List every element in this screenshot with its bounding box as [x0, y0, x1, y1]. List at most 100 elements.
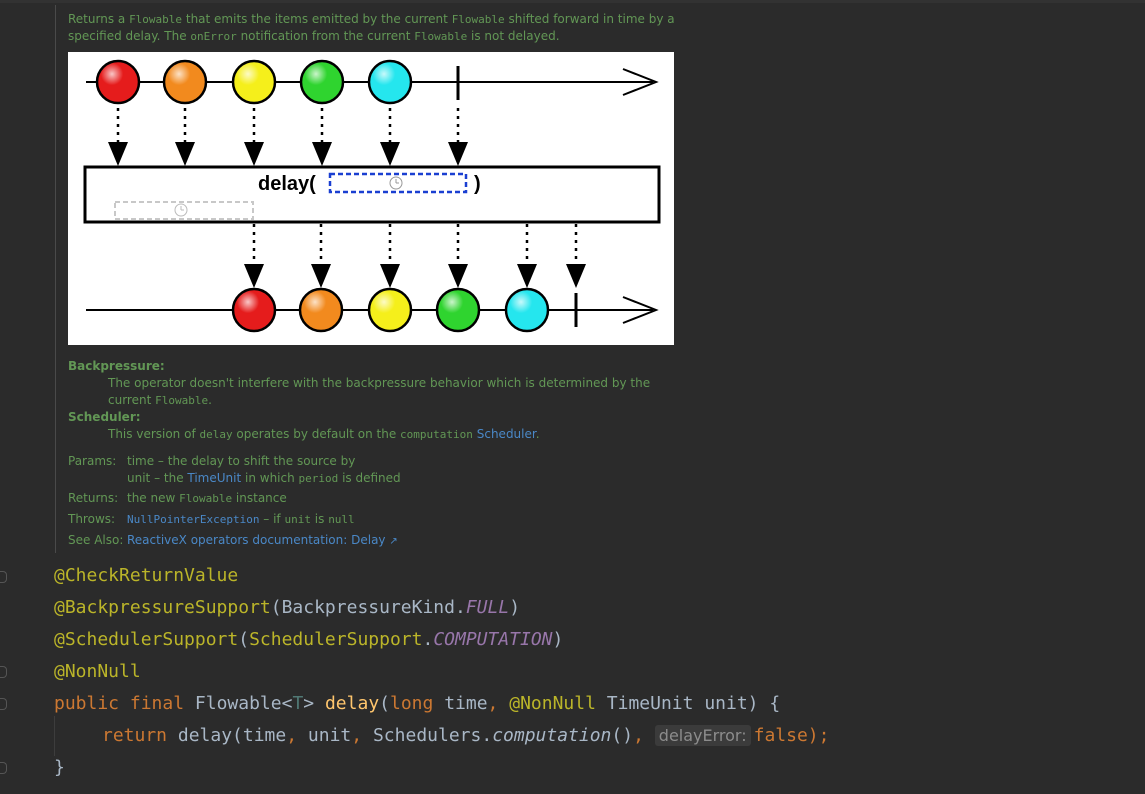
code-token: . [422, 629, 434, 650]
arrow-head [517, 264, 537, 288]
code-token: long [390, 693, 445, 714]
code-token: ( [238, 629, 250, 650]
doc-code: null [328, 513, 355, 526]
operator-label-close: ) [474, 173, 481, 195]
code-token: SchedulerSupport [249, 629, 423, 650]
arrow-head [448, 264, 468, 288]
code-token: delay [324, 693, 380, 714]
parameter-hint: delayError: [654, 725, 751, 746]
code-token: @BackpressureSupport [54, 597, 271, 618]
operator-label: delay( [258, 173, 316, 195]
code-token: , [351, 725, 373, 746]
editor-top-border [0, 0, 1145, 3]
gutter-fold-icon[interactable] [0, 571, 7, 583]
code-token: TimeUnit unit) { [606, 693, 781, 714]
doc-code: Flowable [155, 394, 209, 407]
code-line-method-signature[interactable]: public final Flowable<T> delay(long time… [54, 688, 780, 720]
code-token: () [611, 725, 634, 746]
code-line-scheduler-support[interactable]: @SchedulerSupport(SchedulerSupport.COMPU… [54, 624, 563, 656]
marble-diagram-svg: delay( ) [83, 59, 661, 333]
doc-intro: Returns a Flowable that emits the items … [68, 11, 678, 45]
code-token: public final [54, 693, 195, 714]
code-token: , [633, 725, 655, 746]
doc-text: notification from the current [236, 29, 415, 43]
doc-text: instance [232, 491, 287, 505]
marble-highlight [370, 62, 410, 102]
doc-text: – if [259, 512, 285, 526]
backpressure-desc: The operator doesn't interfere with the … [68, 375, 668, 409]
code-token: , [487, 693, 510, 714]
marble-highlight [507, 290, 547, 330]
arrow-head [312, 142, 332, 166]
code-token: @NonNull [509, 693, 607, 714]
doc-text: . [208, 393, 212, 407]
code-line-return[interactable]: return delay(time, unit, Schedulers.comp… [102, 720, 829, 752]
doc-code: computation [400, 428, 473, 441]
arrow-head [380, 142, 400, 166]
code-token: ); [807, 725, 830, 746]
code-token: time [444, 693, 488, 714]
marble-highlight [301, 290, 341, 330]
backpressure-term: Backpressure: [68, 359, 165, 373]
reactivex-docs-link[interactable]: ReactiveX operators documentation: Delay [127, 533, 386, 547]
marble-diagram: delay( ) [68, 52, 674, 345]
see-also-label: See Also: [68, 533, 124, 547]
code-line-closing-brace[interactable]: } [54, 752, 65, 784]
returns-label: Returns: [68, 491, 119, 505]
code-token: delay(time [177, 725, 287, 746]
marble-highlight [370, 290, 410, 330]
code-token: T [292, 693, 304, 714]
code-token: Schedulers. [372, 725, 493, 746]
doc-text: the new [127, 491, 180, 505]
param-unit: unit – the TimeUnit in which period is d… [127, 470, 667, 487]
params-label: Params: [68, 454, 117, 468]
arrow-head [175, 142, 195, 166]
doc-code: period [298, 472, 339, 485]
code-token: ) [552, 629, 564, 650]
doc-text: is defined [338, 471, 401, 485]
code-token: @SchedulerSupport [54, 629, 239, 650]
arrow-head [380, 264, 400, 288]
arrow-head [566, 264, 586, 288]
code-token: computation [492, 725, 612, 746]
code-token: , [286, 725, 308, 746]
scheduler-desc: This version of delay operates by defaul… [68, 426, 668, 443]
marble-highlight [234, 62, 274, 102]
doc-link[interactable]: TimeUnit [187, 471, 241, 485]
doc-text: This version of [108, 427, 200, 441]
gutter-fold-icon[interactable] [0, 762, 7, 774]
doc-definitions: Backpressure: The operator doesn't inter… [68, 358, 668, 443]
arrow-head [244, 264, 264, 288]
code-line-nonnull[interactable]: @NonNull [54, 656, 141, 688]
code-token: > [303, 693, 325, 714]
scheduler-term: Scheduler: [68, 410, 141, 424]
code-token: COMPUTATION [433, 629, 553, 650]
doc-text: unit – the [127, 471, 188, 485]
code-line-backpressure-support[interactable]: @BackpressureSupport(BackpressureKind.FU… [54, 592, 520, 624]
doc-text: is [310, 512, 329, 526]
gutter-fold-icon[interactable] [0, 698, 7, 710]
param-time: time – the delay to shift the source by [127, 453, 667, 470]
doc-text: Returns a [68, 12, 130, 26]
doc-code: onError [190, 30, 237, 43]
marble-highlight [234, 290, 274, 330]
code-token: Flowable< [194, 693, 293, 714]
code-token: ( [379, 693, 390, 714]
doc-code: Flowable [414, 30, 468, 43]
code-token: FULL [465, 597, 510, 618]
code-token: unit [307, 725, 352, 746]
doc-comment-bar [55, 5, 56, 553]
gutter-fold-icon[interactable] [0, 666, 7, 678]
doc-link[interactable]: Scheduler [477, 427, 536, 441]
marble-highlight [302, 62, 342, 102]
code-line-check-return-value[interactable]: @CheckReturnValue [54, 560, 238, 592]
doc-code: Flowable [179, 492, 233, 505]
doc-link[interactable]: NullPointerException [127, 513, 259, 526]
returns-value: the new Flowable instance [127, 490, 667, 507]
throws-value: NullPointerException – if unit is null [127, 511, 667, 528]
doc-code: delay [199, 428, 233, 441]
code-token: return [102, 725, 178, 746]
marble-highlight [438, 290, 478, 330]
doc-text: time – the delay to shift the source by [127, 454, 356, 468]
arrow-head [448, 142, 468, 166]
